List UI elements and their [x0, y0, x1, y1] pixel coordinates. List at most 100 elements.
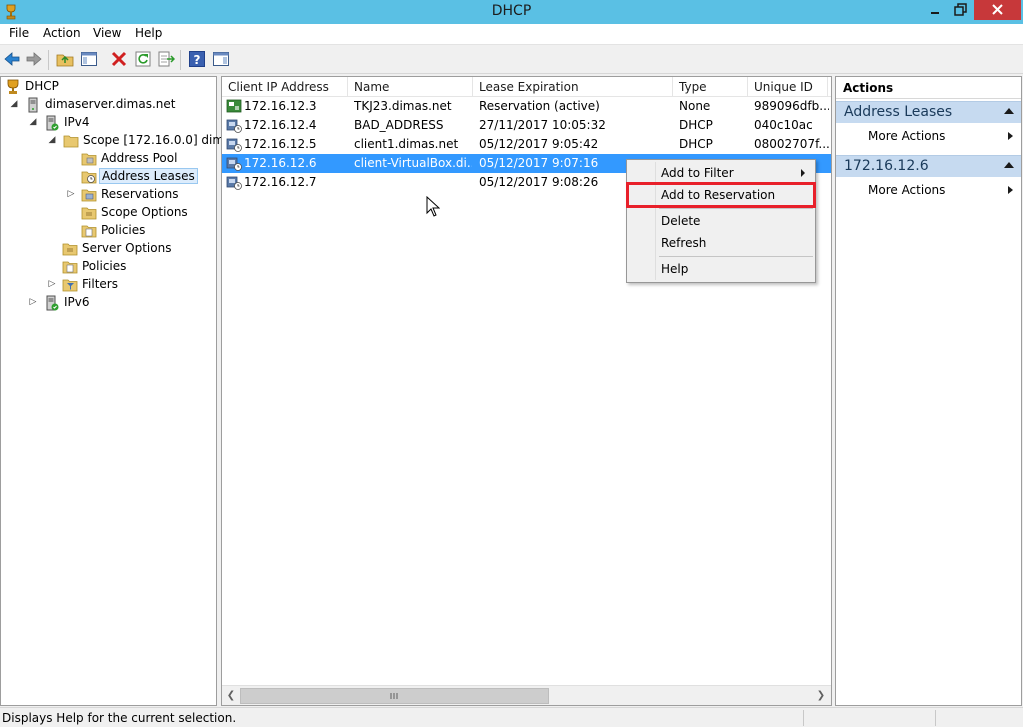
- actions-section-selected-lease[interactable]: 172.16.12.6: [836, 155, 1021, 177]
- action-more-actions[interactable]: More Actions: [836, 126, 1021, 146]
- scroll-right-icon[interactable]: ❯: [814, 689, 828, 703]
- minimize-icon: [931, 12, 939, 14]
- menu-item-add-to-filter[interactable]: Add to Filter: [629, 163, 813, 183]
- action-more-actions[interactable]: More Actions: [836, 180, 1021, 200]
- collapse-arrow-icon[interactable]: ◢: [9, 98, 19, 110]
- tree-item-label: IPv4: [64, 115, 90, 129]
- cell-type: None: [679, 99, 711, 113]
- lease-icon: [226, 138, 242, 152]
- show-hide-action-pane-icon[interactable]: [212, 50, 230, 68]
- status-divider: [803, 710, 804, 726]
- table-row[interactable]: 172.16.12.4 BAD_ADDRESS 27/11/2017 10:05…: [222, 116, 831, 135]
- filter-icon: [62, 279, 78, 292]
- actions-title: Actions: [836, 77, 1021, 99]
- cell-uid: 08002707f...: [754, 137, 829, 151]
- refresh-icon[interactable]: [134, 50, 152, 68]
- collapse-arrow-icon[interactable]: ◢: [47, 134, 57, 146]
- toolbar-separator: [180, 50, 181, 70]
- restore-button[interactable]: [948, 0, 974, 20]
- cell-name: TKJ23.dimas.net: [354, 99, 452, 113]
- cell-name: client1.dimas.net: [354, 137, 459, 151]
- minimize-button[interactable]: [922, 0, 948, 20]
- expand-arrow-icon[interactable]: ▷: [47, 278, 57, 290]
- export-list-icon[interactable]: [157, 50, 175, 68]
- expand-arrow-icon[interactable]: ▷: [66, 188, 76, 200]
- forward-arrow-icon[interactable]: [25, 50, 43, 68]
- status-text: Displays Help for the current selection.: [2, 711, 237, 725]
- submenu-arrow-icon: [801, 169, 805, 177]
- status-divider: [935, 710, 936, 726]
- column-unique-id[interactable]: Unique ID: [748, 77, 828, 97]
- up-folder-icon[interactable]: [56, 50, 74, 68]
- menu-help[interactable]: Help: [135, 26, 162, 40]
- reservation-lease-icon: [226, 99, 242, 113]
- grip-icon: [390, 693, 398, 699]
- expand-arrow-icon[interactable]: ▷: [28, 296, 38, 308]
- submenu-arrow-icon: [1008, 186, 1013, 194]
- collapse-triangle-icon[interactable]: [1004, 162, 1014, 168]
- scroll-left-icon[interactable]: ❮: [224, 689, 238, 703]
- svg-text:?: ?: [194, 53, 201, 67]
- menu-file[interactable]: File: [9, 26, 29, 40]
- cell-ip: 172.16.12.3: [244, 99, 317, 113]
- delete-icon[interactable]: [110, 50, 128, 68]
- tree-item-label: Server Options: [82, 241, 172, 255]
- menu-item-delete[interactable]: Delete: [629, 211, 813, 231]
- column-lease-expiration[interactable]: Lease Expiration: [473, 77, 673, 97]
- close-button[interactable]: [974, 0, 1021, 20]
- column-type[interactable]: Type: [673, 77, 748, 97]
- tree-item-label: Reservations: [101, 187, 179, 201]
- menu-item-label: Refresh: [661, 236, 707, 250]
- collapse-arrow-icon[interactable]: ◢: [28, 116, 38, 128]
- help-icon[interactable]: ?: [188, 50, 206, 68]
- menu-item-help[interactable]: Help: [629, 259, 813, 279]
- list-header: Client IP Address Name Lease Expiration …: [222, 77, 831, 97]
- actions-pane: Actions Address Leases More Actions 172.…: [835, 76, 1022, 706]
- address-leases-icon: [81, 171, 97, 184]
- menu-action[interactable]: Action: [43, 26, 81, 40]
- scrollbar-thumb[interactable]: [240, 688, 549, 704]
- tree-item-label: Scope [172.16.0.0] dimas: [83, 133, 238, 147]
- cell-type: DHCP: [679, 118, 713, 132]
- menu-item-label: Add to Filter: [661, 166, 734, 180]
- menu-item-refresh[interactable]: Refresh: [629, 233, 813, 253]
- lease-icon: [226, 157, 242, 171]
- tree-item-label: Address Leases: [99, 168, 198, 184]
- policies-icon: [62, 261, 78, 274]
- menu-separator: [659, 208, 813, 209]
- ipv4-icon: [46, 115, 59, 131]
- back-arrow-icon[interactable]: [3, 50, 21, 68]
- horizontal-scrollbar[interactable]: ❮ ❯: [222, 685, 831, 705]
- ipv6-icon: [46, 295, 59, 311]
- column-name[interactable]: Name: [348, 77, 473, 97]
- action-label: More Actions: [868, 183, 946, 197]
- mouse-cursor-icon: [426, 196, 440, 217]
- restore-icon: [954, 3, 967, 16]
- cell-type: DHCP: [679, 137, 713, 151]
- cell-ip: 172.16.12.4: [244, 118, 317, 132]
- submenu-arrow-icon: [1008, 132, 1013, 140]
- policies-icon: [81, 225, 97, 238]
- menu-item-label: Delete: [661, 214, 701, 228]
- cell-uid: 989096dfb...: [754, 99, 829, 113]
- menu-bar: File Action View Help: [0, 24, 1023, 44]
- tree-item-label: dimaserver.dimas.net: [45, 97, 176, 111]
- section-header-label: 172.16.12.6: [844, 158, 929, 174]
- actions-section-address-leases[interactable]: Address Leases: [836, 101, 1021, 123]
- menu-view[interactable]: View: [93, 26, 121, 40]
- close-icon: [992, 4, 1003, 15]
- table-row[interactable]: 172.16.12.5 client1.dimas.net 05/12/2017…: [222, 135, 831, 154]
- tree-item-label: Scope Options: [101, 205, 188, 219]
- action-label: More Actions: [868, 129, 946, 143]
- cell-expiration: 27/11/2017 10:05:32: [479, 118, 606, 132]
- show-hide-tree-icon[interactable]: [80, 50, 98, 68]
- server-options-icon: [62, 243, 78, 256]
- collapse-triangle-icon[interactable]: [1004, 108, 1014, 114]
- console-tree: DHCP ◢ dimaserver.dimas.net ◢ IPv4 ◢ Sco…: [0, 76, 238, 706]
- reservations-icon: [81, 189, 97, 202]
- dhcp-root-icon: [7, 79, 19, 94]
- toolbar: ?: [0, 44, 1023, 74]
- column-client-ip[interactable]: Client IP Address: [222, 77, 348, 97]
- table-row[interactable]: 172.16.12.3 TKJ23.dimas.net Reservation …: [222, 97, 831, 116]
- cell-name: client-VirtualBox.di...: [354, 156, 472, 170]
